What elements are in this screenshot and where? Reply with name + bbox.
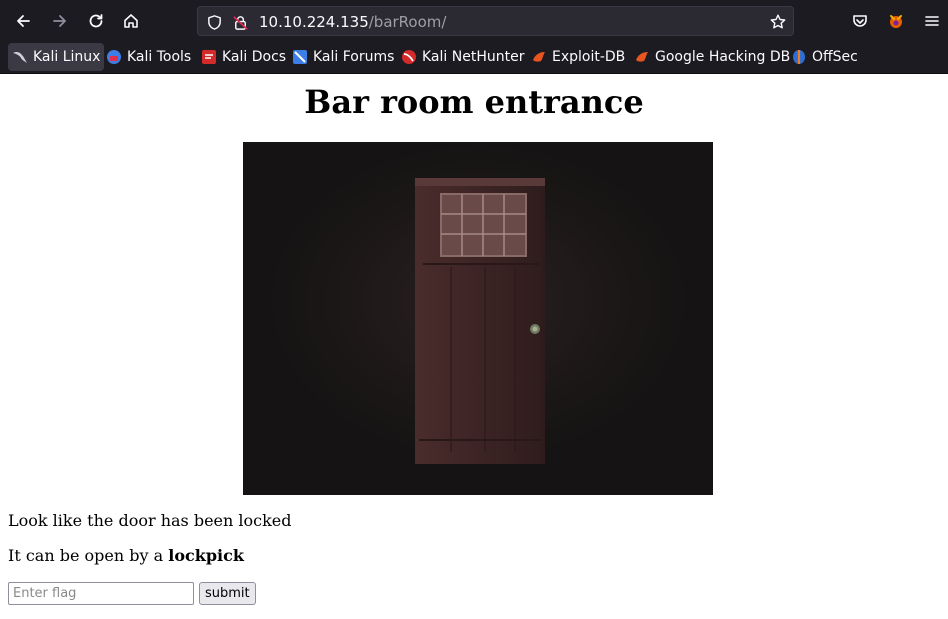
bookmark-exploit-db[interactable]: Exploit-DB bbox=[527, 43, 629, 71]
browser-chrome: 10.10.224.135/barRoom/ Kali Linux Kali T… bbox=[0, 0, 948, 74]
bookmark-kali-forums[interactable]: Kali Forums bbox=[288, 43, 398, 71]
extension-button[interactable] bbox=[882, 7, 910, 35]
kali-tools-icon bbox=[106, 49, 122, 65]
kali-dragon-icon bbox=[12, 49, 28, 65]
pocket-button[interactable] bbox=[846, 7, 874, 35]
bookmark-kali-nethunter[interactable]: Kali NetHunter bbox=[397, 43, 528, 71]
url-path: /barRoom/ bbox=[368, 13, 447, 31]
bookmark-label: Kali NetHunter bbox=[422, 49, 525, 65]
kali-forums-icon bbox=[292, 49, 308, 65]
bookmarks-toolbar: Kali Linux Kali Tools Kali Docs Kali For… bbox=[0, 42, 948, 73]
pocket-icon bbox=[853, 15, 867, 27]
ghdb-icon bbox=[634, 49, 650, 65]
address-bar[interactable]: 10.10.224.135/barRoom/ bbox=[197, 6, 794, 36]
reload-icon bbox=[89, 14, 103, 28]
bookmark-label: Kali Tools bbox=[127, 49, 192, 65]
menu-button[interactable] bbox=[918, 7, 946, 35]
lockpick-message-prefix: It can be open by a bbox=[8, 546, 169, 565]
bookmark-label: Kali Linux bbox=[33, 49, 101, 65]
flag-input[interactable] bbox=[8, 582, 194, 605]
insecure-lock-icon[interactable] bbox=[231, 13, 249, 31]
tracking-shield-icon[interactable] bbox=[205, 13, 223, 31]
page-title: Bar room entrance bbox=[304, 83, 644, 121]
bookmark-offsec[interactable]: OffSec bbox=[787, 43, 862, 71]
hamburger-menu-icon bbox=[925, 16, 939, 26]
browser-toolbar: 10.10.224.135/barRoom/ bbox=[0, 0, 948, 42]
back-button[interactable] bbox=[9, 7, 37, 35]
home-icon bbox=[124, 14, 138, 28]
arrow-right-icon bbox=[53, 15, 66, 27]
door-image bbox=[243, 142, 713, 495]
submit-button[interactable]: submit bbox=[199, 582, 256, 605]
bookmark-label: OffSec bbox=[812, 49, 858, 65]
bookmark-label: Kali Forums bbox=[313, 49, 395, 65]
reload-button[interactable] bbox=[82, 7, 110, 35]
locked-message: Look like the door has been locked bbox=[8, 511, 292, 530]
home-button[interactable] bbox=[117, 7, 145, 35]
foxyproxy-icon bbox=[890, 15, 902, 28]
url-text[interactable]: 10.10.224.135/barRoom/ bbox=[259, 12, 446, 32]
offsec-icon bbox=[791, 49, 807, 65]
lockpick-keyword: lockpick bbox=[168, 546, 244, 565]
bookmark-kali-tools[interactable]: Kali Tools bbox=[102, 43, 195, 71]
bookmark-star-icon[interactable] bbox=[769, 13, 787, 31]
url-host: 10.10.224.135 bbox=[259, 13, 369, 31]
page-content: Bar room entrance Look like the door has… bbox=[0, 74, 948, 619]
kali-nethunter-icon bbox=[401, 49, 417, 65]
bookmark-label: Exploit-DB bbox=[552, 49, 626, 65]
kali-docs-icon bbox=[201, 49, 217, 65]
bookmark-label: Google Hacking DB bbox=[655, 49, 791, 65]
forward-button[interactable] bbox=[46, 7, 74, 35]
arrow-left-icon bbox=[17, 15, 30, 27]
exploit-db-icon bbox=[531, 49, 547, 65]
lockpick-message: It can be open by a lockpick bbox=[8, 546, 244, 565]
bookmark-google-hacking-db[interactable]: Google Hacking DB bbox=[630, 43, 794, 71]
bookmark-label: Kali Docs bbox=[222, 49, 287, 65]
bookmark-kali-docs[interactable]: Kali Docs bbox=[197, 43, 290, 71]
bookmark-kali-linux[interactable]: Kali Linux bbox=[8, 43, 105, 71]
